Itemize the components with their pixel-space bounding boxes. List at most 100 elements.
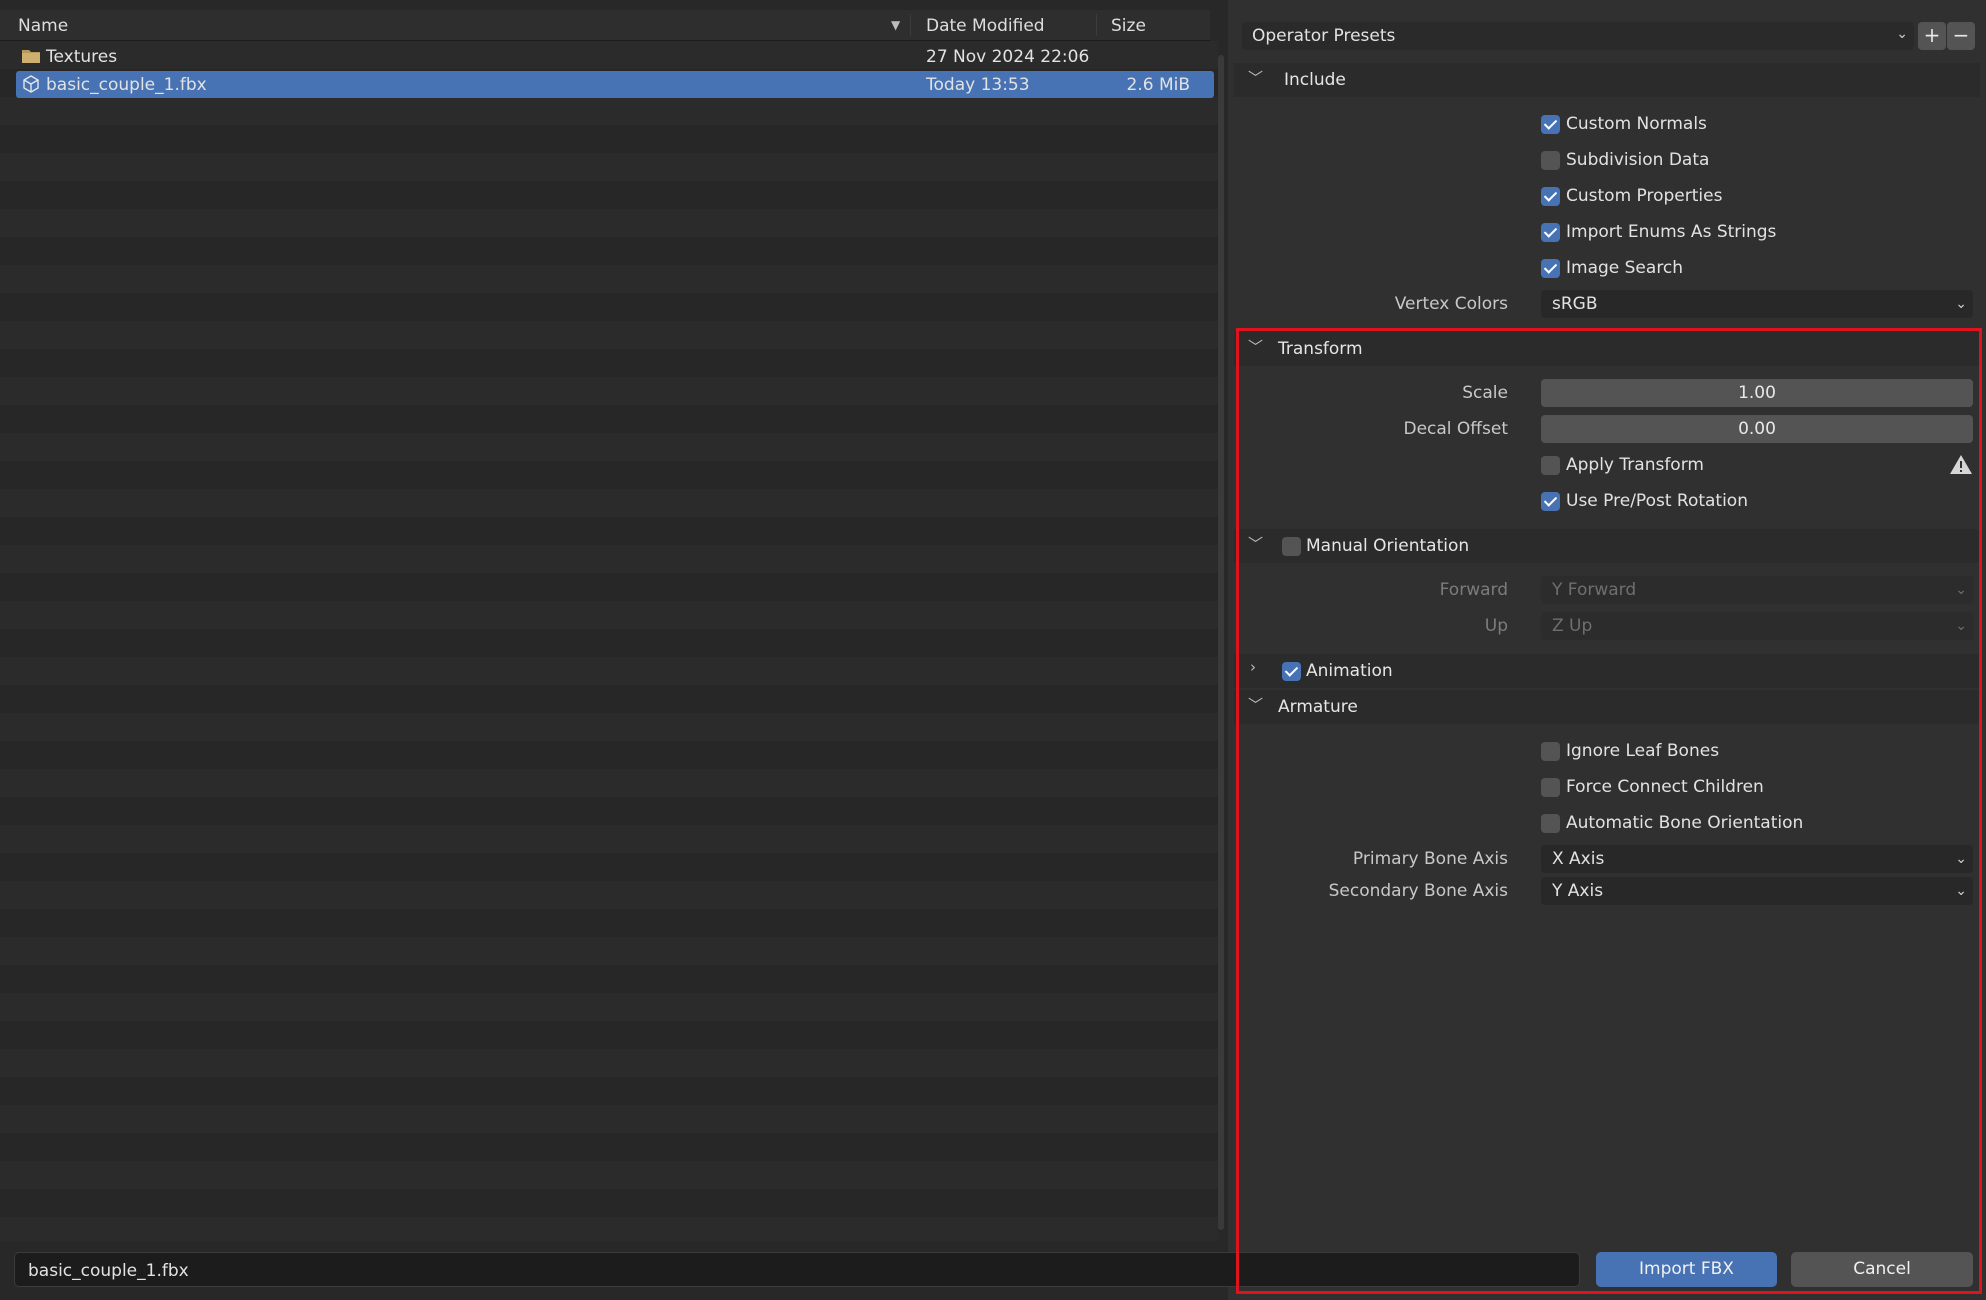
decal-offset-input[interactable]: 0.00 xyxy=(1541,415,1973,443)
chevron-right-icon: › xyxy=(1250,658,1256,676)
up-value: Z Up xyxy=(1552,616,1593,636)
chevron-down-icon: ﹀ xyxy=(1248,69,1264,87)
file-list-scrollbar[interactable] xyxy=(1218,55,1224,1230)
file-row-textures[interactable]: Textures 27 Nov 2024 22:06 xyxy=(16,43,1214,70)
animation-section-header[interactable]: › Animation xyxy=(1234,654,1980,688)
file-date: Today 13:53 xyxy=(926,75,1030,95)
automatic-bone-orientation-checkbox[interactable] xyxy=(1541,814,1560,833)
animation-checkbox[interactable] xyxy=(1282,662,1301,681)
file-browser: Name ▼ Date Modified Size Textures 27 No… xyxy=(0,0,1228,1300)
armature-section-header[interactable]: ﹀ Armature xyxy=(1234,690,1980,724)
ignore-leaf-bones-checkbox[interactable] xyxy=(1541,742,1560,761)
apply-transform-label: Apply Transform xyxy=(1566,455,1704,475)
primary-bone-axis-dropdown[interactable]: X Axis ⌄ xyxy=(1541,845,1973,873)
force-connect-children-row[interactable]: Force Connect Children xyxy=(1228,770,1986,804)
chevron-down-icon: ⌄ xyxy=(1955,883,1967,899)
forward-label: Forward xyxy=(1439,580,1508,600)
cancel-button[interactable]: Cancel xyxy=(1791,1252,1973,1287)
include-section-header[interactable]: ﹀ Include xyxy=(1234,63,1980,97)
subdivision-data-row[interactable]: Subdivision Data xyxy=(1228,143,1986,177)
primary-bone-axis-value: X Axis xyxy=(1552,849,1605,869)
chevron-down-icon: ﹀ xyxy=(1248,535,1264,553)
file-list-header: Name ▼ Date Modified Size xyxy=(0,10,1210,41)
column-name-header[interactable]: Name xyxy=(18,16,68,36)
file-name: basic_couple_1.fbx xyxy=(46,75,207,95)
chevron-down-icon: ⌄ xyxy=(1955,296,1967,312)
sort-arrow-icon[interactable]: ▼ xyxy=(891,18,900,32)
chevron-down-icon: ﹀ xyxy=(1248,696,1264,714)
import-enums-row[interactable]: Import Enums As Strings xyxy=(1228,215,1986,249)
transform-section-title: Transform xyxy=(1278,339,1363,359)
import-settings-panel: Operator Presets ⌄ + − ﹀ Include Custom … xyxy=(1228,0,1986,1300)
chevron-down-icon: ﹀ xyxy=(1248,338,1264,356)
up-label: Up xyxy=(1484,616,1508,636)
scale-input[interactable]: 1.00 xyxy=(1541,379,1973,407)
vertex-colors-row: Vertex Colors sRGB ⌄ xyxy=(1228,287,1986,321)
warning-icon xyxy=(1950,455,1972,474)
filename-input[interactable]: basic_couple_1.fbx xyxy=(14,1252,1580,1287)
image-search-row[interactable]: Image Search xyxy=(1228,251,1986,285)
custom-normals-label: Custom Normals xyxy=(1566,114,1707,134)
force-connect-children-label: Force Connect Children xyxy=(1566,777,1764,797)
add-preset-button[interactable]: + xyxy=(1918,22,1946,50)
ignore-leaf-bones-label: Ignore Leaf Bones xyxy=(1566,741,1720,761)
vertex-colors-value: sRGB xyxy=(1552,294,1598,314)
import-fbx-button[interactable]: Import FBX xyxy=(1596,1252,1777,1287)
custom-properties-row[interactable]: Custom Properties xyxy=(1228,179,1986,213)
primary-bone-axis-row: Primary Bone Axis X Axis ⌄ xyxy=(1228,842,1986,876)
up-row: Up Z Up ⌄ xyxy=(1228,609,1986,643)
file-list: Textures 27 Nov 2024 22:06 basic_couple_… xyxy=(0,41,1218,1241)
chevron-down-icon: ⌄ xyxy=(1896,26,1908,42)
column-divider[interactable] xyxy=(1096,14,1097,36)
secondary-bone-axis-row: Secondary Bone Axis Y Axis ⌄ xyxy=(1228,874,1986,908)
apply-transform-row[interactable]: Apply Transform xyxy=(1228,448,1986,482)
forward-row: Forward Y Forward ⌄ xyxy=(1228,573,1986,607)
use-pre-post-rotation-row[interactable]: Use Pre/Post Rotation xyxy=(1228,484,1986,518)
custom-properties-checkbox[interactable] xyxy=(1541,187,1560,206)
up-dropdown[interactable]: Z Up ⌄ xyxy=(1541,612,1973,640)
file-name: Textures xyxy=(46,47,118,67)
filename-value: basic_couple_1.fbx xyxy=(28,1261,189,1281)
image-search-checkbox[interactable] xyxy=(1541,259,1560,278)
automatic-bone-orientation-row[interactable]: Automatic Bone Orientation xyxy=(1228,806,1986,840)
column-size-header[interactable]: Size xyxy=(1111,16,1146,36)
vertex-colors-dropdown[interactable]: sRGB ⌄ xyxy=(1541,290,1973,318)
file-row-basic-couple[interactable]: basic_couple_1.fbx Today 13:53 2.6 MiB xyxy=(16,71,1214,98)
column-divider[interactable] xyxy=(910,14,911,36)
custom-normals-row[interactable]: Custom Normals xyxy=(1228,107,1986,141)
subdivision-data-checkbox[interactable] xyxy=(1541,151,1560,170)
animation-section-title: Animation xyxy=(1306,661,1393,681)
chevron-down-icon: ⌄ xyxy=(1955,618,1967,634)
subdivision-data-label: Subdivision Data xyxy=(1566,150,1710,170)
use-pre-post-rotation-label: Use Pre/Post Rotation xyxy=(1566,491,1748,511)
custom-properties-label: Custom Properties xyxy=(1566,186,1723,206)
manual-orientation-section-header[interactable]: ﹀ Manual Orientation xyxy=(1234,529,1980,563)
custom-normals-checkbox[interactable] xyxy=(1541,115,1560,134)
transform-section-header[interactable]: ﹀ Transform xyxy=(1234,332,1980,366)
image-search-label: Image Search xyxy=(1566,258,1684,278)
forward-dropdown[interactable]: Y Forward ⌄ xyxy=(1541,576,1973,604)
scale-row: Scale 1.00 xyxy=(1228,376,1986,410)
import-enums-checkbox[interactable] xyxy=(1541,223,1560,242)
mesh-file-icon xyxy=(23,75,39,93)
manual-orientation-checkbox[interactable] xyxy=(1282,537,1301,556)
decal-offset-label: Decal Offset xyxy=(1403,419,1508,439)
primary-bone-axis-label: Primary Bone Axis xyxy=(1352,849,1508,869)
ignore-leaf-bones-row[interactable]: Ignore Leaf Bones xyxy=(1228,734,1986,768)
secondary-bone-axis-value: Y Axis xyxy=(1552,881,1604,901)
chevron-down-icon: ⌄ xyxy=(1955,582,1967,598)
file-date: 27 Nov 2024 22:06 xyxy=(926,47,1090,67)
automatic-bone-orientation-label: Automatic Bone Orientation xyxy=(1566,813,1804,833)
operator-presets-dropdown[interactable]: Operator Presets ⌄ xyxy=(1242,22,1914,50)
decal-offset-row: Decal Offset 0.00 xyxy=(1228,412,1986,446)
column-date-header[interactable]: Date Modified xyxy=(926,16,1045,36)
forward-value: Y Forward xyxy=(1552,580,1637,600)
folder-icon xyxy=(22,50,40,63)
remove-preset-button[interactable]: − xyxy=(1947,22,1975,50)
chevron-down-icon: ⌄ xyxy=(1955,851,1967,867)
use-pre-post-rotation-checkbox[interactable] xyxy=(1541,492,1560,511)
include-section-title: Include xyxy=(1284,70,1346,90)
apply-transform-checkbox[interactable] xyxy=(1541,456,1560,475)
secondary-bone-axis-dropdown[interactable]: Y Axis ⌄ xyxy=(1541,877,1973,905)
force-connect-children-checkbox[interactable] xyxy=(1541,778,1560,797)
